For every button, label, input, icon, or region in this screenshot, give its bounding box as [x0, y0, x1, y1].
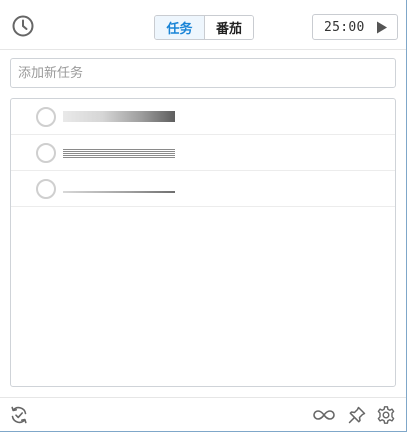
timer-display: 25:00: [324, 19, 365, 35]
header: 任务 番茄 25:00: [0, 0, 406, 50]
task-title: [63, 145, 175, 161]
task-item[interactable]: [11, 99, 395, 135]
pin-icon[interactable]: [347, 405, 367, 425]
task-checkbox[interactable]: [36, 107, 56, 127]
task-item[interactable]: [11, 171, 395, 207]
infinity-icon[interactable]: [312, 405, 336, 425]
footer-divider: [0, 397, 406, 398]
tab-tasks[interactable]: 任务: [155, 16, 204, 39]
timer-button[interactable]: 25:00: [312, 14, 398, 40]
task-title: [63, 109, 175, 125]
gear-icon[interactable]: [376, 405, 396, 425]
task-checkbox[interactable]: [36, 179, 56, 199]
task-title: [63, 181, 175, 197]
view-tabs: 任务 番茄: [154, 15, 254, 40]
header-divider: [0, 49, 406, 50]
new-task-input[interactable]: [10, 58, 396, 88]
play-icon[interactable]: [376, 21, 388, 34]
app-window: 任务 番茄 25:00: [0, 0, 407, 432]
task-item[interactable]: [11, 135, 395, 171]
task-list: [10, 98, 396, 387]
task-checkbox[interactable]: [36, 143, 56, 163]
tab-pomodoro[interactable]: 番茄: [204, 16, 253, 39]
clock-icon[interactable]: [11, 14, 35, 38]
sync-check-icon[interactable]: [9, 405, 29, 425]
